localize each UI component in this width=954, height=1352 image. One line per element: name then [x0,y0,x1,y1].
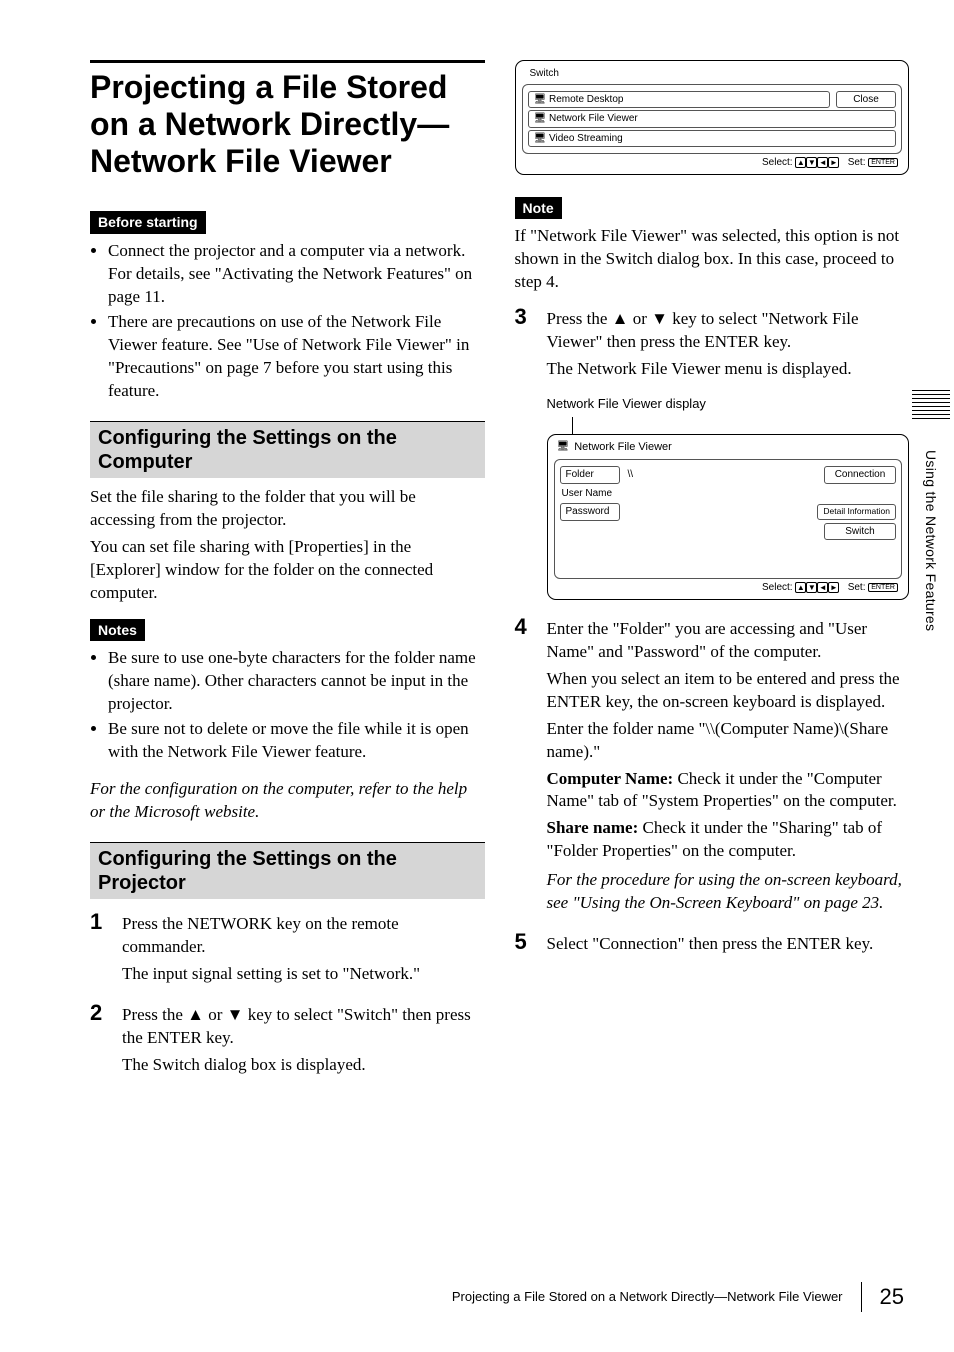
step-after: The input signal setting is set to "Netw… [122,963,485,986]
side-tab-label: Using the Network Features [921,450,940,631]
switch-button[interactable]: Switch [824,523,896,541]
password-label: Password [560,503,620,521]
enter-key-icon: ENTER [868,158,898,167]
dialog-title: Switch [522,66,903,82]
step-number: 5 [515,931,535,960]
notes-tag: Notes [90,619,145,642]
folder-value[interactable]: \\ [626,467,636,483]
close-button[interactable]: Close [836,91,896,109]
nfv-caption: Network File Viewer display [547,395,910,413]
body-text: Share name: Check it under the "Sharing"… [547,817,910,863]
footer-separator [861,1282,862,1312]
note-text: If "Network File Viewer" was selected, t… [515,225,910,294]
switch-option-network-file-viewer[interactable]: 🖥︎ Network File Viewer [528,110,897,128]
step-lead: Select "Connection" then press the ENTER… [547,933,910,956]
step-lead: Press the ▲ or ▼ key to select "Switch" … [122,1004,485,1050]
footer-select-label: Select: [762,582,793,593]
footer-set-label: Set: [848,582,866,593]
page-title: Projecting a File Stored on a Network Di… [90,69,485,179]
body-text: Set the file sharing to the folder that … [90,486,485,532]
caption-pointer-line [572,417,910,435]
footer-set-label: Set: [848,157,866,168]
step-lead: Press the ▲ or ▼ key to select "Network … [547,308,910,354]
title-rule [90,60,485,63]
footer-select-label: Select: [762,157,793,168]
step-number: 1 [90,911,110,990]
nfv-dialog: 🖥︎ Network File Viewer Folder \\ Connect… [547,434,910,600]
step4-italic: For the procedure for using the on-scree… [547,869,910,915]
section-heading-projector: Configuring the Settings on the Projecto… [90,842,485,899]
network-file-viewer-icon: 🖥︎ [534,113,547,124]
body-text: Enter the folder name "\\(Computer Name)… [547,718,910,764]
arrow-keys-icon: ▲▼◄► [795,582,839,593]
option-label: Remote Desktop [549,94,623,105]
connection-button[interactable]: Connection [824,466,896,484]
dialog-title: Network File Viewer [574,440,672,455]
share-name-label: Share name: [547,818,639,837]
before-starting-tag: Before starting [90,211,206,234]
step-2: 2 Press the ▲ or ▼ key to select "Switch… [90,1002,485,1081]
step-number: 4 [515,616,535,919]
before-starting-list: Connect the projector and a computer via… [90,240,485,403]
video-streaming-icon: 🖥︎ [534,133,547,144]
body-text: You can set file sharing with [Propertie… [90,536,485,605]
page-footer: Projecting a File Stored on a Network Di… [0,1282,954,1312]
nfv-title-icon: 🖥︎ [557,440,570,454]
option-label: Network File Viewer [549,113,638,124]
list-item: Connect the projector and a computer via… [108,240,485,309]
step-number: 2 [90,1002,110,1081]
computer-name-label: Computer Name: [547,769,674,788]
switch-option-video-streaming[interactable]: 🖥︎ Video Streaming [528,130,897,148]
step-lead: Press the NETWORK key on the remote comm… [122,913,485,959]
list-item: There are precautions on use of the Netw… [108,311,485,403]
step-5: 5 Select "Connection" then press the ENT… [515,931,910,960]
note-tag: Note [515,197,562,220]
body-text: When you select an item to be entered an… [547,668,910,714]
step-3: 3 Press the ▲ or ▼ key to select "Networ… [515,306,910,604]
step-lead: Enter the "Folder" you are accessing and… [547,618,910,664]
step-after: The Switch dialog box is displayed. [122,1054,485,1077]
username-label: User Name [560,486,626,502]
detail-info-button[interactable]: Detail Information [817,504,896,519]
side-tab-lines [912,390,950,422]
list-item: Be sure to use one-byte characters for t… [108,647,485,716]
folder-label: Folder [560,466,620,484]
step-4: 4 Enter the "Folder" you are accessing a… [515,616,910,919]
dialog-footer: Select: ▲▼◄► Set: ENTER [554,579,903,595]
enter-key-icon: ENTER [868,583,898,592]
switch-dialog: Switch 🖥︎ Remote Desktop Close 🖥︎ Networ… [515,60,910,175]
section-heading-computer: Configuring the Settings on the Computer [90,421,485,478]
body-text: Computer Name: Check it under the "Compu… [547,768,910,814]
dialog-footer: Select: ▲▼◄► Set: ENTER [522,154,903,170]
step-number: 3 [515,306,535,604]
notes-list: Be sure to use one-byte characters for t… [90,647,485,764]
option-label: Video Streaming [549,133,623,144]
footer-page-number: 25 [880,1282,904,1312]
step-after: The Network File Viewer menu is displaye… [547,358,910,381]
notes-footer-italic: For the configuration on the computer, r… [90,778,485,824]
switch-option-remote-desktop[interactable]: 🖥︎ Remote Desktop [528,91,831,109]
footer-title: Projecting a File Stored on a Network Di… [452,1288,843,1306]
step-1: 1 Press the NETWORK key on the remote co… [90,911,485,990]
remote-desktop-icon: 🖥︎ [534,94,547,105]
list-item: Be sure not to delete or move the file w… [108,718,485,764]
arrow-keys-icon: ▲▼◄► [795,157,839,168]
